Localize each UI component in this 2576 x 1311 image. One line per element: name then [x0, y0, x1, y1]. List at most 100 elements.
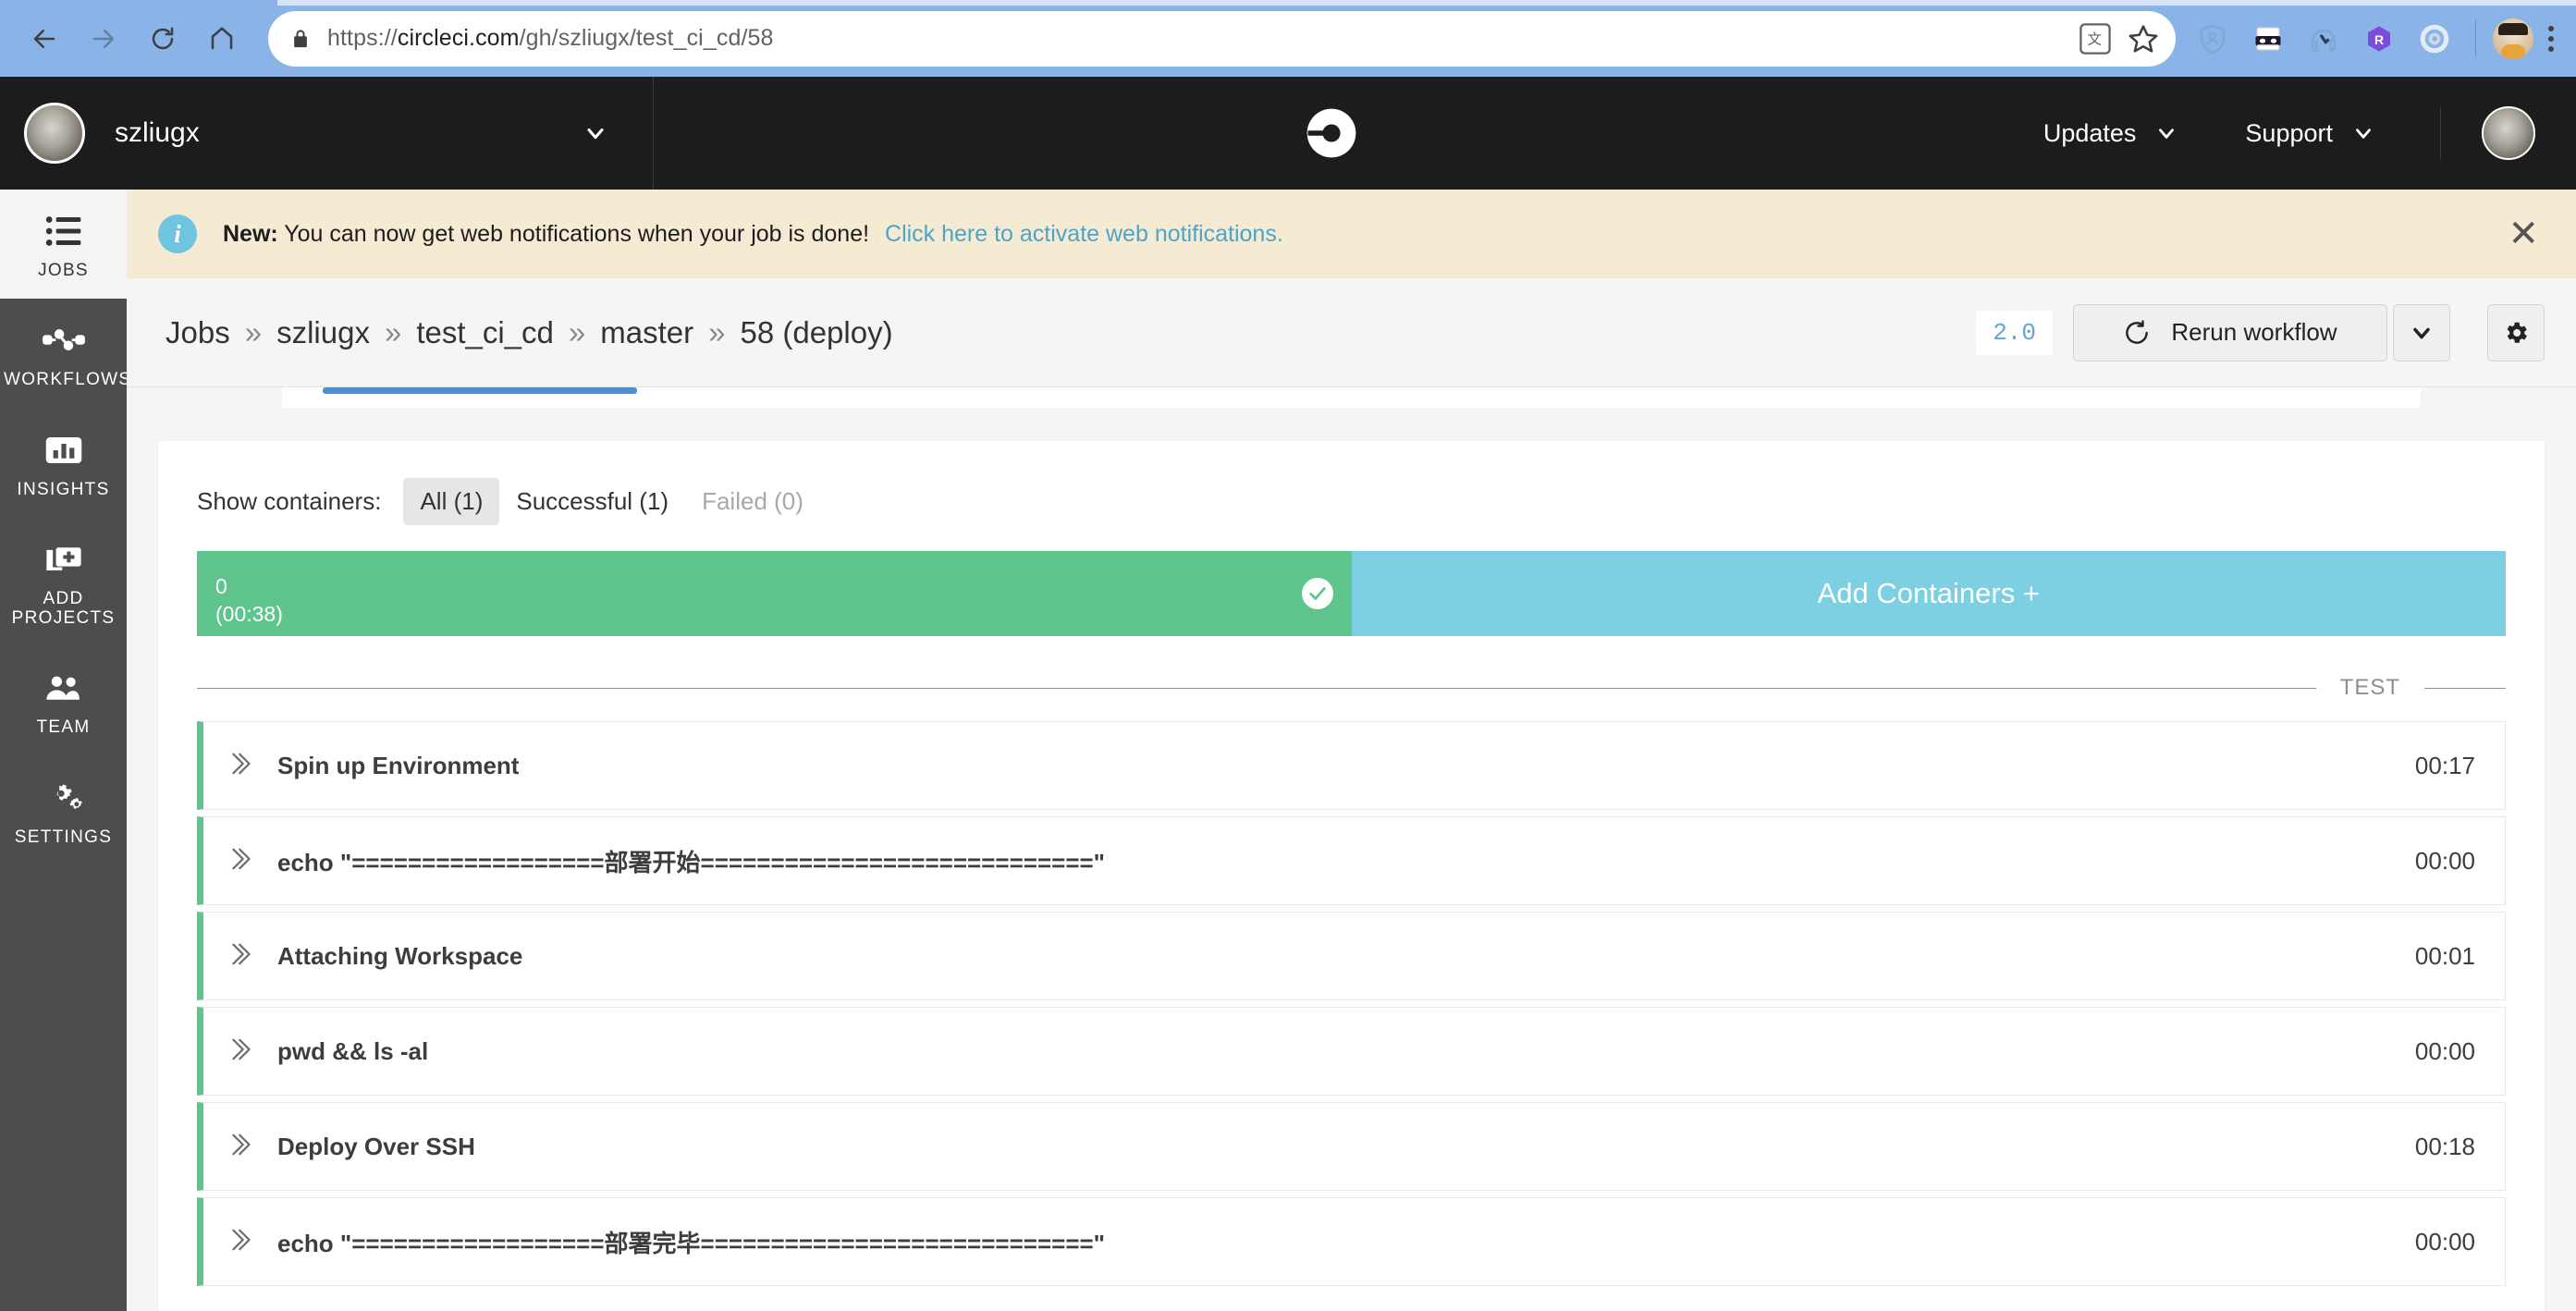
menu-dot — [2548, 35, 2554, 42]
add-containers-button[interactable]: Add Containers + — [1351, 551, 2506, 636]
insights-chart-icon — [4, 429, 123, 472]
breadcrumb: Jobs » szliugx » test_ci_cd » master » 5… — [166, 315, 893, 350]
bandit-mask-icon — [2255, 26, 2281, 51]
org-switcher[interactable]: szliugx — [0, 77, 654, 190]
three-dot-menu-button[interactable] — [2541, 18, 2561, 59]
step-duration: 00:17 — [2414, 751, 2475, 779]
chevron-down-icon — [2413, 327, 2430, 338]
rerun-workflow-button[interactable]: Rerun workflow — [2073, 303, 2387, 361]
table-row[interactable]: Deploy Over SSH 00:18 — [197, 1102, 2506, 1191]
tab-strip-partial[interactable] — [282, 387, 2421, 408]
nav-updates[interactable]: Updates — [2010, 119, 2213, 148]
r-extension-button[interactable]: R — [2355, 15, 2403, 63]
divider-line — [2424, 687, 2506, 689]
shield-extension-button[interactable] — [2189, 15, 2237, 63]
forward-button[interactable] — [74, 9, 133, 68]
sidebar-item-workflows[interactable]: WORKFLOWS — [0, 299, 130, 408]
shield-icon — [2200, 23, 2226, 54]
sidebar-item-insights-label: INSIGHTS — [17, 479, 110, 499]
circleci-extension-button[interactable] — [2410, 15, 2459, 63]
rerun-workflow-label: Rerun workflow — [2171, 318, 2337, 346]
filter-failed[interactable]: Failed (0) — [685, 478, 820, 525]
project-settings-button[interactable] — [2487, 303, 2545, 361]
user-avatar — [2482, 106, 2535, 160]
banner-body-text: You can now get web notifications when y… — [284, 220, 870, 247]
omnibox-actions: 文 — [2079, 11, 2159, 67]
double-chevron-right-icon — [227, 845, 253, 877]
forward-arrow-icon — [92, 29, 115, 48]
nav-support[interactable]: Support — [2212, 119, 2409, 148]
left-sidebar: JOBS WORKFLOWS INSIGHTS ADD PROJECTS TEA… — [0, 190, 130, 1311]
reload-button[interactable] — [133, 9, 192, 68]
ghost-headphones-icon — [2311, 29, 2337, 51]
config-version-badge: 2.0 — [1976, 310, 2053, 355]
star-icon[interactable] — [2128, 23, 2159, 55]
step-duration: 00:00 — [2414, 846, 2475, 875]
table-row[interactable]: Spin up Environment 00:17 — [197, 721, 2506, 810]
nav-support-label: Support — [2245, 118, 2333, 147]
breadcrumb-build: 58 (deploy) — [740, 314, 893, 349]
breadcrumb-project[interactable]: test_ci_cd — [416, 315, 554, 350]
filter-all[interactable]: All (1) — [403, 478, 500, 525]
table-row[interactable]: echo "==================部署开始============… — [197, 816, 2506, 905]
breadcrumb-jobs[interactable]: Jobs — [166, 315, 230, 350]
step-duration: 00:00 — [2414, 1227, 2475, 1256]
ghost-extension-button[interactable] — [2300, 15, 2348, 63]
home-button[interactable] — [192, 9, 251, 68]
sidebar-item-settings[interactable]: SETTINGS — [0, 756, 127, 865]
sidebar-item-add-projects[interactable]: ADD PROJECTS — [0, 518, 127, 647]
info-circle-icon: i — [158, 214, 197, 253]
sidebar-item-settings-label: SETTINGS — [14, 827, 113, 847]
sidebar-item-team-label: TEAM — [36, 717, 91, 738]
refresh-icon — [2126, 319, 2149, 344]
sidebar-item-team[interactable]: TEAM — [0, 646, 127, 755]
bandit-extension-button[interactable] — [2244, 15, 2292, 63]
jobs-list-icon — [4, 210, 123, 252]
back-arrow-icon — [33, 29, 55, 48]
breadcrumb-bar: Jobs » szliugx » test_ci_cd » master » 5… — [127, 278, 2576, 387]
steps-list: Spin up Environment 00:17 echo "========… — [197, 721, 2506, 1286]
profile-avatar-button[interactable] — [2493, 18, 2533, 59]
breadcrumb-branch[interactable]: master — [600, 315, 693, 350]
r-hexagon-icon: R — [2368, 25, 2390, 52]
table-row[interactable]: Attaching Workspace 00:01 — [197, 912, 2506, 1000]
double-chevron-right-icon — [227, 1226, 253, 1258]
sidebar-item-insights[interactable]: INSIGHTS — [0, 409, 127, 518]
sidebar-item-jobs[interactable]: JOBS — [0, 190, 127, 300]
settings-gears-icon — [4, 777, 123, 819]
back-button[interactable] — [15, 9, 74, 68]
url-path: /gh/szliugx/test_ci_cd/58 — [519, 25, 774, 51]
toolbar-divider — [2475, 19, 2476, 57]
user-menu-button[interactable] — [2440, 106, 2576, 160]
step-name: Deploy Over SSH — [277, 1132, 475, 1160]
nav-updates-label: Updates — [2042, 118, 2137, 147]
container-0[interactable]: 0 (00:38) — [197, 551, 1352, 636]
breadcrumb-separator: » — [568, 314, 586, 349]
banner-message: New: You can now get web notifications w… — [223, 221, 1283, 248]
extension-icons: R — [2189, 15, 2561, 63]
containers-bar-row: 0 (00:38) Add Containers + — [197, 551, 2506, 636]
translate-icon[interactable]: 文 — [2079, 22, 2111, 55]
breadcrumb-org[interactable]: szliugx — [276, 315, 370, 350]
address-bar[interactable]: https://circleci.com/gh/szliugx/test_ci_… — [268, 10, 2176, 67]
chevron-down-icon — [2159, 129, 2175, 139]
add-containers-label: Add Containers + — [1817, 577, 2040, 609]
step-duration: 00:00 — [2414, 1036, 2475, 1065]
main-content: i New: You can now get web notifications… — [127, 190, 2576, 1311]
step-duration: 00:18 — [2414, 1132, 2475, 1160]
rerun-dropdown-button[interactable] — [2393, 303, 2450, 361]
activate-notifications-link[interactable]: Click here to activate web notifications… — [885, 221, 1283, 247]
step-duration: 00:01 — [2414, 941, 2475, 970]
breadcrumb-separator: » — [384, 314, 402, 349]
double-chevron-right-icon — [227, 1131, 253, 1163]
table-row[interactable]: echo "==================部署完毕============… — [197, 1197, 2506, 1286]
close-x-icon[interactable]: ✕ — [2508, 215, 2545, 252]
svg-text:R: R — [2374, 31, 2384, 46]
notification-banner: i New: You can now get web notifications… — [127, 190, 2576, 278]
step-name: echo "==================部署开始============… — [277, 848, 1106, 876]
table-row[interactable]: pwd && ls -al 00:00 — [197, 1007, 2506, 1096]
workflows-icon — [4, 319, 123, 361]
circleci-logo-link[interactable] — [654, 77, 2010, 190]
divider-line — [197, 687, 2316, 689]
filter-successful[interactable]: Successful (1) — [499, 478, 685, 525]
